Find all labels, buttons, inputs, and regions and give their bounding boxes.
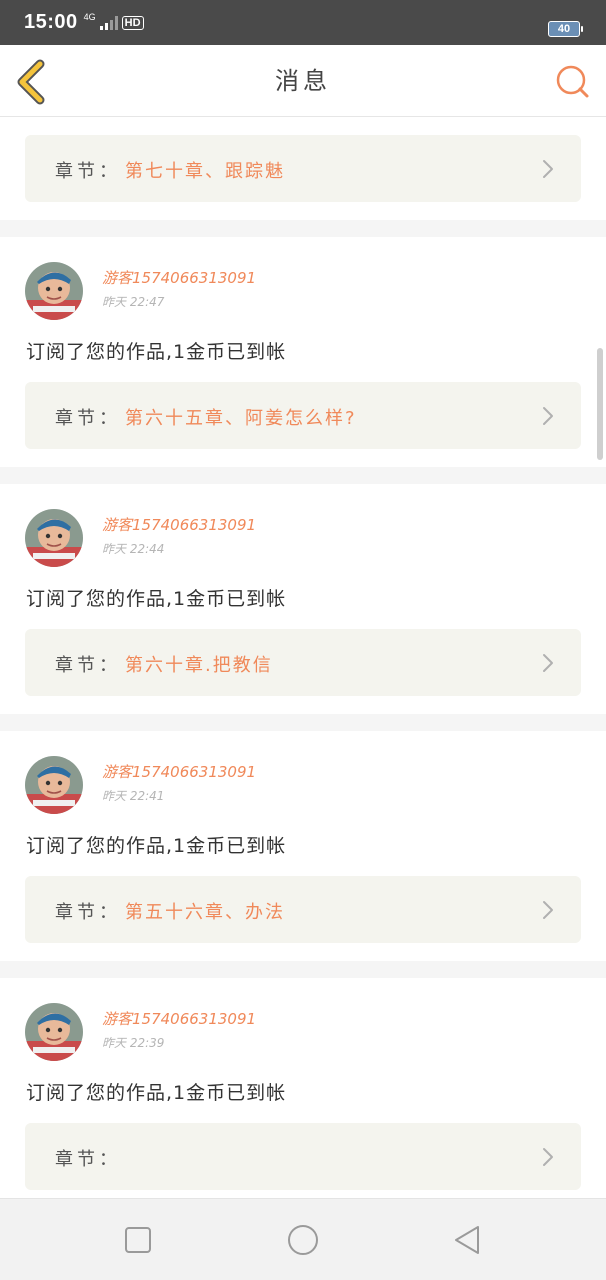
avatar[interactable] (25, 509, 83, 567)
header: 消息 (0, 45, 606, 117)
chevron-right-icon (543, 901, 553, 919)
message-time: 昨天 22:41 (102, 789, 165, 803)
battery-icon: 40 (548, 21, 583, 37)
network-type: 4G (83, 12, 96, 22)
message-time: 昨天 22:39 (102, 1036, 165, 1050)
hd-badge: HD (121, 15, 144, 30)
user-name[interactable]: 游客1574066313091 (102, 267, 256, 288)
user-name[interactable]: 游客1574066313091 (102, 1008, 256, 1029)
message-card: 游客1574066313091 昨天 22:44 订阅了您的作品,1金币已到帐 … (0, 484, 606, 714)
system-nav-bar (0, 1198, 606, 1280)
chapter-label: 章节： (55, 902, 121, 923)
status-bar: 15:00 4G HD 40 (0, 0, 606, 45)
message-text: 订阅了您的作品,1金币已到帐 (26, 835, 287, 857)
chapter-title: 第六十五章、阿姜怎么样? (125, 408, 357, 429)
chapter-title: 第六十章.把教信 (125, 655, 273, 676)
message-card: 游客1574066313091 昨天 22:47 订阅了您的作品,1金币已到帐 … (0, 237, 606, 467)
square-icon[interactable] (122, 1224, 154, 1256)
message-time: 昨天 22:44 (102, 542, 165, 556)
scrollbar[interactable] (597, 348, 603, 460)
separator (0, 467, 606, 484)
chapter-title: 第五十六章、办法 (125, 902, 285, 923)
chapter-link[interactable]: 章节： 第五十六章、办法 (25, 876, 581, 943)
search-icon[interactable] (554, 63, 592, 101)
user-name[interactable]: 游客1574066313091 (102, 761, 256, 782)
chapter-link[interactable]: 章节： 第七十章、跟踪魅 (25, 135, 581, 202)
avatar[interactable] (25, 756, 83, 814)
chapter-label: 章节： (55, 408, 121, 429)
message-list[interactable]: 游客1574066313091 昨天 22:51 订阅了您的作品,1金币已到帐 … (0, 118, 606, 1198)
user-name[interactable]: 游客1574066313091 (102, 514, 256, 535)
triangle-back-icon[interactable] (452, 1224, 484, 1256)
chapter-link[interactable]: 章节： (25, 1123, 581, 1190)
network-indicator: 4G HD (83, 12, 144, 30)
page-title: 消息 (275, 67, 331, 95)
separator (0, 961, 606, 978)
circle-icon[interactable] (287, 1224, 319, 1256)
message-card: 游客1574066313091 昨天 22:51 订阅了您的作品,1金币已到帐 … (0, 118, 606, 220)
message-card: 游客1574066313091 昨天 22:41 订阅了您的作品,1金币已到帐 … (0, 731, 606, 961)
chevron-right-icon (543, 160, 553, 178)
chapter-link[interactable]: 章节： 第六十五章、阿姜怎么样? (25, 382, 581, 449)
signal-icon (99, 15, 118, 30)
message-text: 订阅了您的作品,1金币已到帐 (26, 341, 287, 363)
chapter-link[interactable]: 章节： 第六十章.把教信 (25, 629, 581, 696)
message-text: 订阅了您的作品,1金币已到帐 (26, 1082, 287, 1104)
avatar[interactable] (25, 262, 83, 320)
battery-level: 40 (557, 23, 571, 35)
chevron-right-icon (543, 407, 553, 425)
avatar[interactable] (25, 1003, 83, 1061)
status-time: 15:00 (24, 11, 78, 33)
chapter-title: 第七十章、跟踪魅 (125, 161, 285, 182)
message-text: 订阅了您的作品,1金币已到帐 (26, 588, 287, 610)
message-card: 游客1574066313091 昨天 22:39 订阅了您的作品,1金币已到帐 … (0, 978, 606, 1198)
separator (0, 220, 606, 237)
message-time: 昨天 22:47 (102, 295, 165, 309)
chevron-right-icon (543, 654, 553, 672)
chapter-label: 章节： (55, 655, 121, 676)
separator (0, 714, 606, 731)
chapter-label: 章节： (55, 1149, 121, 1170)
chapter-label: 章节： (55, 161, 121, 182)
chevron-right-icon (543, 1148, 553, 1166)
